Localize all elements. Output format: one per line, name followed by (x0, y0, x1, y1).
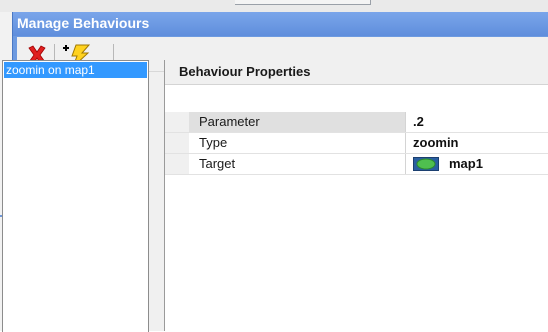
properties-title: Behaviour Properties (179, 64, 311, 79)
property-row-type[interactable]: Type zoomin (165, 133, 548, 154)
target-value: map1 (449, 156, 483, 171)
property-name: Parameter (189, 112, 406, 132)
list-item[interactable]: zoomin on map1 (4, 62, 147, 78)
row-gutter (165, 154, 189, 174)
property-value[interactable]: zoomin (407, 133, 548, 153)
row-gutter (165, 112, 189, 132)
background-window-strip (0, 0, 548, 12)
background-toolbar (235, 0, 371, 5)
dialog-titlebar[interactable]: Manage Behaviours (13, 12, 548, 36)
map-icon (413, 156, 439, 171)
property-value-target[interactable]: map1 (407, 154, 548, 174)
property-name: Target (189, 154, 406, 174)
property-name: Type (189, 133, 406, 153)
row-gutter (165, 133, 189, 153)
behaviour-properties-panel: Behaviour Properties Parameter .2 Type z… (164, 60, 548, 331)
property-value[interactable]: .2 (407, 112, 548, 132)
property-row-parameter[interactable]: Parameter .2 (165, 112, 548, 133)
behaviour-list[interactable]: zoomin on map1 (2, 60, 149, 332)
dialog-title: Manage Behaviours (17, 15, 150, 31)
property-row-target[interactable]: Target map1 (165, 154, 548, 175)
properties-header: Behaviour Properties (165, 60, 548, 85)
